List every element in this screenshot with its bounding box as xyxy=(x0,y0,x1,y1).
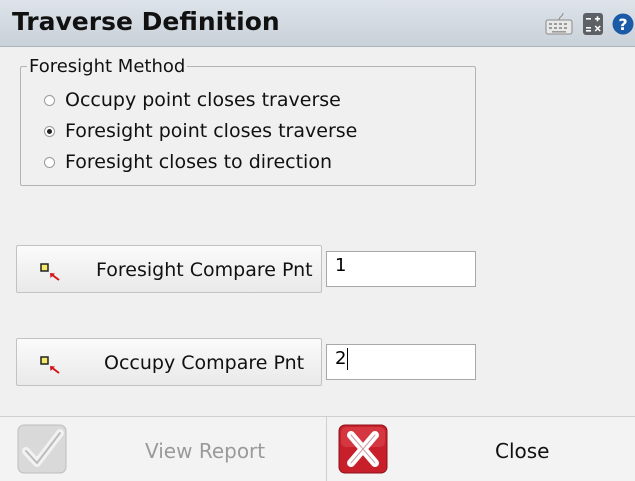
title-bar: Traverse Definition ? xyxy=(0,0,635,47)
view-report-button[interactable]: View Report xyxy=(0,417,325,481)
radio-foresight-point-closes[interactable]: Foresight point closes traverse xyxy=(44,117,357,145)
occupy-compare-pnt-button[interactable]: Occupy Compare Pnt xyxy=(16,338,322,386)
bottom-button-bar: View Report Close xyxy=(0,416,635,481)
close-label: Close xyxy=(495,439,550,463)
occupy-compare-label: Occupy Compare Pnt xyxy=(104,352,305,374)
text-caret xyxy=(347,348,349,370)
close-button[interactable]: Close xyxy=(326,417,635,481)
close-icon xyxy=(338,424,388,474)
foresight-compare-pnt-button[interactable]: Foresight Compare Pnt xyxy=(16,245,322,293)
calculator-icon[interactable] xyxy=(582,12,604,36)
radio-label: Foresight point closes traverse xyxy=(65,120,358,142)
input-value: 2 xyxy=(335,348,347,369)
occupy-compare-input[interactable]: 2 xyxy=(326,344,476,380)
pick-point-icon xyxy=(40,263,60,281)
radio-label: Foresight closes to direction xyxy=(65,151,332,173)
foresight-compare-label: Foresight Compare Pnt xyxy=(96,259,313,281)
radio-button[interactable] xyxy=(44,94,55,106)
radio-button-selected[interactable] xyxy=(44,125,55,137)
foresight-compare-input[interactable]: 1 xyxy=(326,251,476,287)
window-title: Traverse Definition xyxy=(12,7,280,36)
radio-occupy-point-closes[interactable]: Occupy point closes traverse xyxy=(44,86,341,114)
radio-label: Occupy point closes traverse xyxy=(65,89,341,111)
radio-foresight-closes-direction[interactable]: Foresight closes to direction xyxy=(44,148,332,176)
checkmark-icon xyxy=(17,424,67,474)
view-report-label: View Report xyxy=(145,439,266,463)
radio-button[interactable] xyxy=(44,156,55,168)
group-legend: Foresight Method xyxy=(29,56,186,77)
keyboard-icon[interactable] xyxy=(545,12,573,36)
svg-text:?: ? xyxy=(618,15,627,34)
help-icon[interactable]: ? xyxy=(612,12,634,36)
pick-point-icon xyxy=(40,356,60,374)
input-value: 1 xyxy=(335,255,347,276)
